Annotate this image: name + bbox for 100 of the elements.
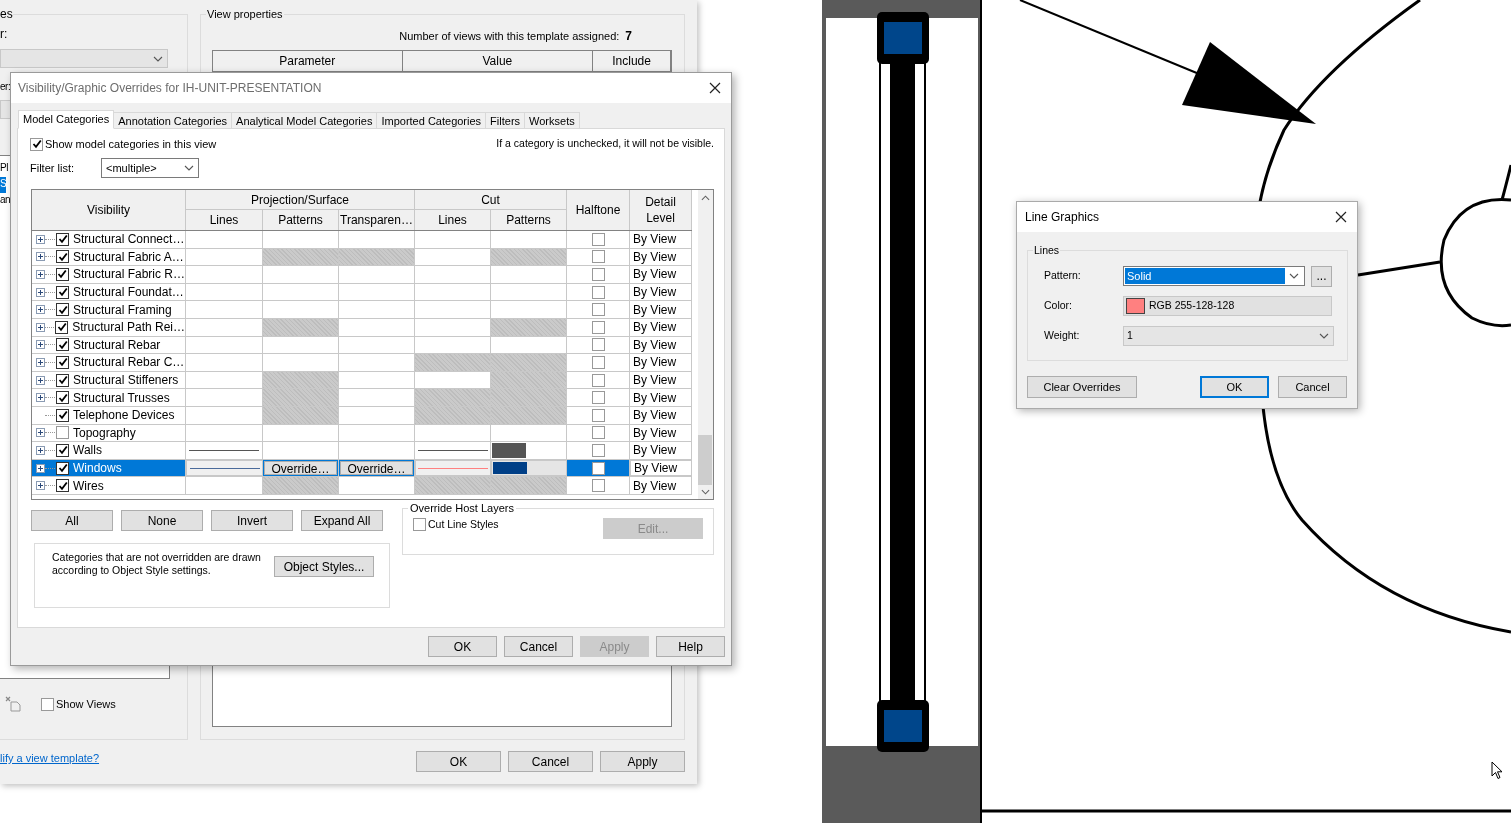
checkbox[interactable] bbox=[56, 303, 69, 317]
expand-icon[interactable] bbox=[36, 234, 45, 244]
dialog-button[interactable]: OK bbox=[416, 751, 501, 772]
checkbox[interactable] bbox=[55, 268, 69, 281]
close-icon[interactable] bbox=[709, 82, 721, 94]
detail-level-cell[interactable]: By View bbox=[630, 231, 692, 248]
checkbox[interactable] bbox=[56, 426, 69, 440]
checkbox[interactable] bbox=[591, 461, 605, 475]
dialog-button[interactable]: Help bbox=[656, 636, 725, 657]
checkbox[interactable] bbox=[591, 391, 605, 405]
checkbox[interactable] bbox=[56, 338, 69, 352]
expand-icon[interactable] bbox=[36, 481, 45, 491]
list-item[interactable]: S bbox=[0, 177, 7, 193]
expand-icon[interactable] bbox=[36, 463, 45, 473]
column-header[interactable]: Patterns bbox=[491, 210, 567, 230]
chevron-down-icon[interactable] bbox=[700, 489, 710, 495]
column-header[interactable]: Lines bbox=[415, 210, 491, 230]
checkbox[interactable] bbox=[56, 355, 69, 369]
column-header[interactable]: Patterns bbox=[263, 210, 339, 230]
table-cell[interactable]: Structural Rebar C… bbox=[32, 354, 186, 371]
checkbox[interactable] bbox=[591, 443, 605, 457]
checkbox[interactable] bbox=[591, 408, 605, 422]
checkbox[interactable] bbox=[591, 373, 605, 387]
checkbox[interactable] bbox=[30, 137, 43, 151]
color-button[interactable]: RGB 255-128-128 bbox=[1123, 296, 1332, 316]
table-cell[interactable]: Wires bbox=[32, 477, 186, 494]
table-cell[interactable]: Topography bbox=[32, 424, 186, 442]
detail-level-cell[interactable]: By View bbox=[630, 301, 692, 318]
chevron-up-icon[interactable] bbox=[700, 195, 710, 201]
column-header[interactable]: Halftone bbox=[567, 190, 630, 230]
checkbox[interactable] bbox=[591, 303, 605, 317]
dialog-button[interactable]: Cancel bbox=[504, 636, 573, 657]
expand-icon[interactable] bbox=[36, 305, 45, 315]
detail-level-cell[interactable]: By View bbox=[630, 354, 692, 371]
dialog-button[interactable]: OK bbox=[428, 636, 497, 657]
expand-icon[interactable] bbox=[36, 375, 45, 385]
checkbox[interactable] bbox=[591, 426, 605, 440]
table-row[interactable]: Structural Fabric R… By View bbox=[32, 266, 692, 284]
dialog-button[interactable]: None bbox=[121, 510, 203, 531]
checkbox[interactable] bbox=[591, 268, 605, 281]
expand-icon[interactable] bbox=[36, 393, 45, 403]
table-row[interactable]: Wires By View bbox=[32, 477, 692, 495]
table-row[interactable]: Structural Rebar C… By View bbox=[32, 354, 692, 372]
pattern-dropdown[interactable]: Solid bbox=[1123, 266, 1305, 286]
checkbox[interactable] bbox=[56, 285, 69, 299]
checkbox[interactable] bbox=[413, 518, 426, 532]
detail-level-cell[interactable]: By View bbox=[630, 283, 692, 301]
expand-icon[interactable] bbox=[36, 357, 45, 367]
close-icon[interactable] bbox=[1335, 211, 1347, 223]
table-cell[interactable]: Structural Fabric R… bbox=[32, 266, 186, 283]
detail-level-cell[interactable]: By View bbox=[630, 318, 692, 336]
table-row[interactable]: Walls By View bbox=[32, 442, 692, 460]
expand-icon[interactable] bbox=[36, 445, 45, 455]
dialog-button[interactable]: Expand All bbox=[301, 510, 383, 531]
detail-level-cell[interactable]: By View bbox=[630, 406, 692, 424]
table-cell[interactable]: Structural Fabric A… bbox=[32, 248, 186, 266]
checkbox[interactable] bbox=[591, 338, 605, 352]
more-button[interactable]: ... bbox=[1311, 265, 1332, 287]
table-row[interactable]: Structural Trusses By View bbox=[32, 389, 692, 407]
checkbox[interactable] bbox=[56, 479, 69, 493]
table-cell[interactable]: Structural Foundat… bbox=[32, 283, 186, 301]
checkbox[interactable] bbox=[591, 479, 605, 493]
dialog-button[interactable]: Cancel bbox=[508, 751, 593, 772]
column-header[interactable]: Visibility bbox=[32, 190, 186, 230]
detail-level-cell[interactable]: By View bbox=[630, 336, 692, 354]
filter-dropdown[interactable]: <multiple> bbox=[101, 158, 199, 178]
detail-level-cell[interactable]: By View bbox=[630, 371, 692, 389]
table-row[interactable]: Structural Framing By View bbox=[32, 301, 692, 319]
checkbox[interactable] bbox=[56, 232, 69, 246]
checkbox[interactable] bbox=[591, 320, 605, 334]
checkbox[interactable] bbox=[55, 320, 69, 334]
table-cell[interactable]: Telephone Devices bbox=[32, 406, 186, 424]
dialog-button[interactable]: Clear Overrides bbox=[1027, 376, 1137, 398]
checkbox[interactable] bbox=[56, 391, 69, 405]
checkbox[interactable] bbox=[591, 355, 605, 369]
table-cell[interactable]: Walls bbox=[32, 442, 186, 459]
dialog-button[interactable]: Cancel bbox=[1278, 376, 1347, 398]
detail-level-cell[interactable]: By View bbox=[630, 266, 692, 283]
table-cell[interactable]: Structural Stiffeners bbox=[32, 371, 186, 389]
column-header[interactable]: Lines bbox=[186, 210, 263, 230]
checkbox[interactable] bbox=[56, 443, 69, 457]
detail-level-cell[interactable]: By View bbox=[630, 248, 692, 266]
dialog-button[interactable]: OK bbox=[1200, 376, 1269, 398]
scroll-thumb[interactable] bbox=[698, 435, 713, 485]
table-cell[interactable]: Windows bbox=[32, 459, 186, 477]
expand-icon[interactable] bbox=[36, 252, 45, 262]
help-link[interactable]: lify a view template? bbox=[0, 750, 100, 767]
checkbox[interactable] bbox=[591, 285, 605, 299]
table-cell[interactable]: Structural Trusses bbox=[32, 389, 186, 406]
expand-icon[interactable] bbox=[36, 287, 45, 297]
column-header[interactable]: Transparen… bbox=[339, 210, 415, 230]
table-cell[interactable] bbox=[186, 442, 263, 459]
dialog-button[interactable]: Apply bbox=[600, 751, 685, 772]
tab[interactable]: Model Categories bbox=[18, 110, 115, 129]
table-cell[interactable] bbox=[491, 442, 567, 459]
delete-view-icon[interactable] bbox=[5, 696, 21, 712]
expand-icon[interactable] bbox=[36, 270, 45, 279]
detail-level-cell[interactable]: By View bbox=[630, 477, 692, 494]
checkbox[interactable] bbox=[41, 697, 54, 711]
detail-level-cell[interactable]: By View bbox=[630, 389, 692, 406]
